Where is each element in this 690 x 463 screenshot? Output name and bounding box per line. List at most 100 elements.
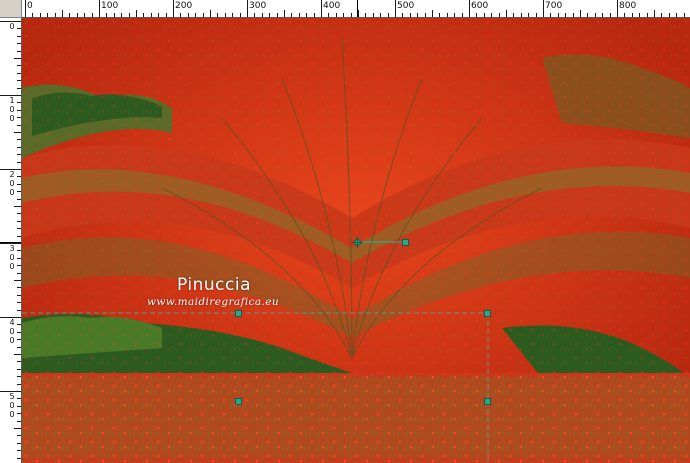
ruler-tick xyxy=(17,383,21,385)
ruler-tick xyxy=(372,13,374,17)
ruler-tick xyxy=(113,13,115,17)
ruler-tick xyxy=(17,28,21,30)
ruler-tick xyxy=(506,10,507,17)
ruler-label-v: 0 xyxy=(9,114,15,123)
ruler-tick xyxy=(454,13,456,17)
ruler-label-h: 600 xyxy=(471,1,489,11)
ruler-tick xyxy=(417,13,419,17)
ruler-tick xyxy=(572,13,574,17)
watermark-name: Pinuccia xyxy=(177,275,251,295)
ruler-tick xyxy=(17,361,21,363)
ruler-tick xyxy=(550,13,552,17)
ruler-label-h: 500 xyxy=(397,1,415,11)
ruler-label-v: 0 xyxy=(9,253,15,262)
ruler-tick xyxy=(17,368,21,370)
handle-middle-right[interactable] xyxy=(484,398,491,405)
ruler-tick xyxy=(609,13,611,17)
ruler-label-v: 0 xyxy=(9,401,15,410)
ruler-tick xyxy=(313,13,315,17)
ruler-tick xyxy=(306,13,308,17)
ruler-tick xyxy=(461,13,463,17)
ruler-tick xyxy=(17,72,21,74)
ruler-cursor-marker xyxy=(357,0,358,17)
ruler-tick xyxy=(335,13,337,17)
ruler-tick xyxy=(17,435,21,437)
ruler-label-h: 300 xyxy=(249,1,267,11)
ruler-tick xyxy=(17,272,21,274)
ruler-tick xyxy=(32,13,34,17)
ruler-tick xyxy=(17,183,21,185)
ruler-label-h: 400 xyxy=(323,1,341,11)
ruler-label-v: 0 xyxy=(9,262,15,271)
handle-center[interactable] xyxy=(235,398,242,405)
ruler-tick xyxy=(439,13,441,17)
ruler-tick xyxy=(276,13,278,17)
handle-top-right[interactable] xyxy=(484,310,491,317)
ruler-tick xyxy=(17,109,21,111)
ruler-tick xyxy=(202,13,204,17)
ruler-tick xyxy=(350,13,352,17)
pivot-point-icon[interactable] xyxy=(352,237,363,248)
ruler-tick xyxy=(25,0,26,17)
ruler-tick xyxy=(76,13,78,17)
ruler-tick xyxy=(365,13,367,17)
ruler-tick xyxy=(580,10,581,17)
ruler-tick xyxy=(513,13,515,17)
ruler-tick xyxy=(17,198,21,200)
ruler-tick xyxy=(17,405,21,407)
ruler-tick xyxy=(17,420,21,422)
watermark-url: www.maidiregrafica.eu xyxy=(147,296,280,308)
ruler-tick xyxy=(17,43,21,45)
ruler-tick xyxy=(17,324,21,326)
ruler-tick xyxy=(17,457,21,459)
handle-top-center[interactable] xyxy=(235,310,242,317)
ruler-tick xyxy=(195,13,197,17)
ruler-tick xyxy=(565,13,567,17)
ruler-tick xyxy=(254,13,256,17)
ruler-tick xyxy=(17,220,21,222)
ruler-tick xyxy=(387,13,389,17)
ruler-tick xyxy=(17,146,21,148)
ruler-label-v: 1 xyxy=(9,96,15,105)
ruler-tick xyxy=(136,10,137,17)
ruler-label-v: 0 xyxy=(9,188,15,197)
ruler-label-v: 4 xyxy=(9,318,15,327)
ruler-tick xyxy=(143,13,145,17)
ruler-tick xyxy=(106,13,108,17)
ruler-tick xyxy=(395,0,396,17)
vertical-ruler[interactable]: 0100200300400500 xyxy=(0,18,22,463)
ruler-tick xyxy=(668,13,670,17)
ruler-tick xyxy=(587,13,589,17)
ruler-label-v: 0 xyxy=(9,336,15,345)
ruler-tick xyxy=(17,302,21,304)
ruler-tick xyxy=(654,10,655,17)
image-canvas[interactable]: Pinuccia www.maidiregrafica.eu xyxy=(22,18,690,463)
ruler-tick xyxy=(298,13,300,17)
ruler-tick xyxy=(17,87,21,89)
ruler-tick xyxy=(683,13,685,17)
ruler-tick xyxy=(520,13,522,17)
ruler-tick xyxy=(557,13,559,17)
rotate-handle[interactable] xyxy=(402,239,409,246)
horizontal-ruler[interactable]: 0 100 200 300 400 500 600 700 800 xyxy=(22,0,690,18)
ruler-tick xyxy=(17,294,21,296)
ruler-label-v: 0 xyxy=(9,410,15,419)
ruler-tick xyxy=(646,13,648,17)
ruler-tick xyxy=(187,13,189,17)
ruler-tick xyxy=(173,0,174,17)
ruler-label-v: 0 xyxy=(9,105,15,114)
ruler-label-v: 0 xyxy=(9,22,15,31)
ruler-label-v: 0 xyxy=(9,327,15,336)
ruler-tick xyxy=(594,13,596,17)
ruler-tick xyxy=(676,13,678,17)
ruler-tick xyxy=(269,13,271,17)
ruler-tick xyxy=(284,10,285,17)
ruler-tick xyxy=(14,132,21,133)
ruler-tick xyxy=(476,13,478,17)
ruler-tick xyxy=(128,13,130,17)
ruler-tick xyxy=(528,13,530,17)
ruler-tick xyxy=(62,10,63,17)
ruler-tick xyxy=(17,117,21,119)
ruler-tick xyxy=(17,176,21,178)
ruler-tick xyxy=(17,80,21,82)
